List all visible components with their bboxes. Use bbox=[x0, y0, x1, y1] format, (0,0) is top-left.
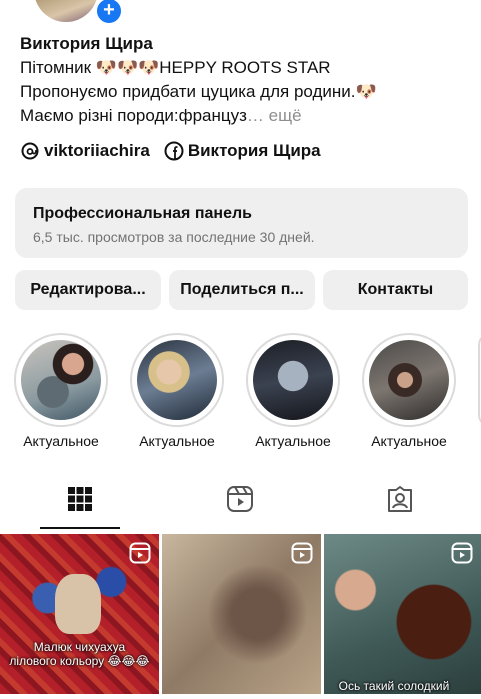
highlight-2[interactable]: Актуальное bbox=[129, 333, 225, 449]
highlight-4[interactable]: Актуальное bbox=[361, 333, 457, 449]
reel-icon bbox=[129, 542, 151, 564]
highlight-cover bbox=[21, 340, 101, 420]
highlight-cover bbox=[369, 340, 449, 420]
active-tab-indicator bbox=[40, 527, 120, 529]
highlight-label: Актуальное bbox=[371, 433, 447, 449]
tagged-icon bbox=[388, 486, 412, 512]
edit-profile-button[interactable]: Редактирова... bbox=[15, 270, 161, 310]
bio-line-3-text: Маємо різні породи:француз bbox=[20, 106, 247, 125]
facebook-link[interactable]: Виктория Щира bbox=[164, 141, 321, 161]
post-1-puppy bbox=[55, 574, 101, 634]
facebook-name: Виктория Щира bbox=[187, 141, 321, 160]
post-1-caption: Малюк чихуахуа лілового кольору 😂😂😂 bbox=[9, 640, 150, 668]
threads-icon bbox=[21, 142, 39, 160]
profile-name: Виктория Щира bbox=[20, 34, 153, 53]
highlight-ring bbox=[362, 333, 456, 427]
bio-line-1: Пітомник 🐶🐶🐶HEPPY ROOTS STAR bbox=[20, 58, 331, 77]
highlight-ring bbox=[130, 333, 224, 427]
tab-tagged[interactable] bbox=[320, 470, 480, 528]
panel-title: Профессиональная панель bbox=[33, 205, 252, 222]
bio-line-3: Маємо різні породи:француз… ещё bbox=[20, 106, 302, 126]
post-1[interactable]: Малюк чихуахуа лілового кольору 😂😂😂 bbox=[0, 534, 159, 694]
highlight-3[interactable]: Актуальное bbox=[245, 333, 341, 449]
share-profile-button[interactable]: Поделиться п... bbox=[169, 270, 315, 310]
post-3[interactable]: Ось такий солодкий bbox=[324, 534, 481, 694]
panel-subtitle: 6,5 тыс. просмотров за последние 30 дней… bbox=[33, 229, 315, 245]
professional-dashboard[interactable]: Профессиональная панель 6,5 тыс. просмот… bbox=[15, 188, 468, 258]
threads-link[interactable]: viktoriiachira bbox=[20, 141, 150, 161]
highlight-ring bbox=[246, 333, 340, 427]
post-3-caption: Ось такий солодкий bbox=[338, 679, 450, 693]
reel-icon bbox=[451, 542, 473, 564]
highlight-1[interactable]: Актуальное bbox=[13, 333, 109, 449]
reel-icon bbox=[291, 542, 313, 564]
highlight-cover bbox=[137, 340, 217, 420]
tab-grid[interactable] bbox=[0, 470, 160, 528]
highlight-cover bbox=[253, 340, 333, 420]
reels-icon bbox=[227, 486, 253, 512]
bio-ellipsis: … bbox=[246, 106, 264, 125]
add-story-plus-icon[interactable]: + bbox=[94, 0, 124, 26]
profile-avatar-area[interactable]: + bbox=[34, 0, 124, 26]
bio-more-link[interactable]: ещё bbox=[269, 106, 302, 125]
threads-handle: viktoriiachira bbox=[44, 141, 150, 160]
facebook-icon bbox=[164, 141, 184, 161]
avatar[interactable] bbox=[34, 0, 98, 22]
grid-icon bbox=[68, 487, 92, 511]
highlight-label: Актуальное bbox=[255, 433, 331, 449]
highlight-label: Актуальное bbox=[23, 433, 99, 449]
profile-tabs bbox=[0, 470, 481, 530]
tab-reels[interactable] bbox=[160, 470, 320, 528]
bio-line-2: Пропонуємо придбати цуцика для родини.🐶 bbox=[20, 82, 377, 101]
profile-links: viktoriiachira Виктория Щира bbox=[20, 141, 321, 161]
post-2[interactable] bbox=[162, 534, 321, 694]
contacts-button[interactable]: Контакты bbox=[323, 270, 468, 310]
highlight-label: Актуальное bbox=[139, 433, 215, 449]
highlight-ring bbox=[14, 333, 108, 427]
